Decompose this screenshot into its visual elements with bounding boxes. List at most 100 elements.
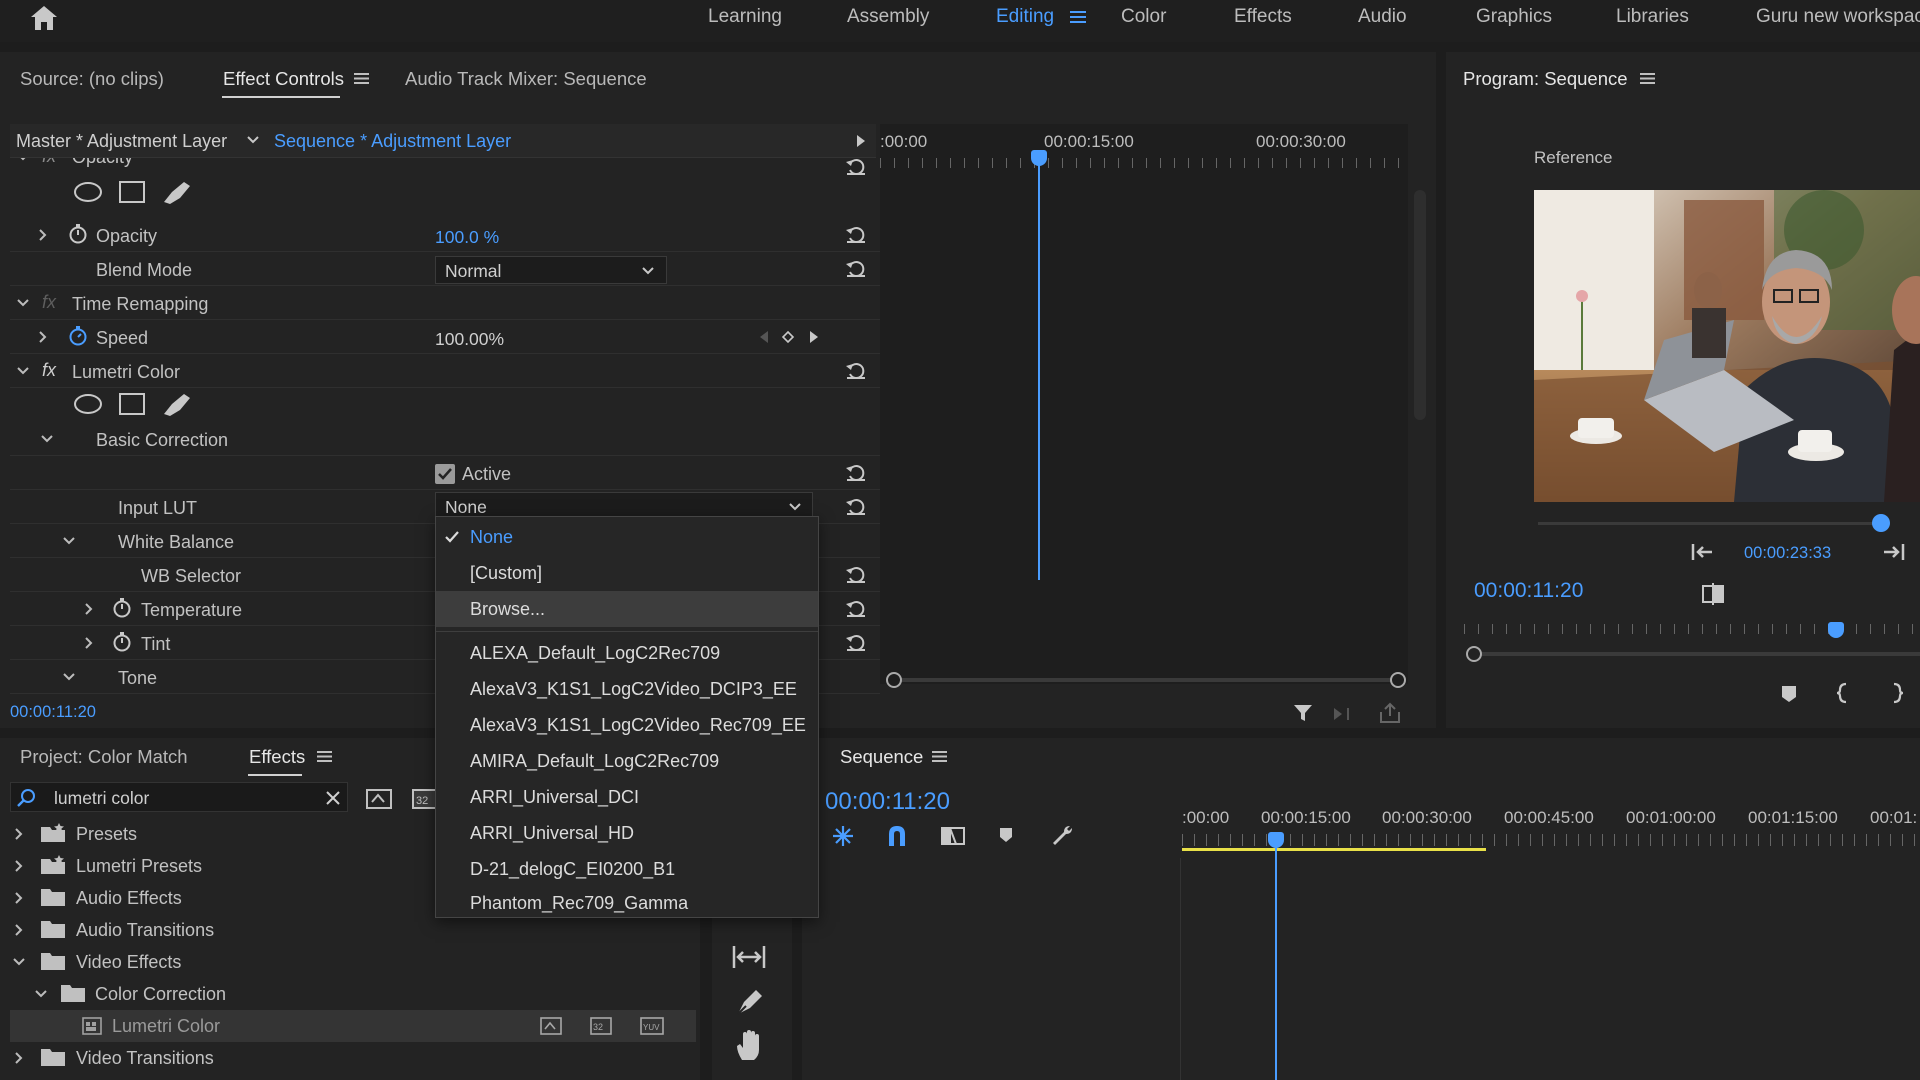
stopwatch-icon[interactable] xyxy=(68,326,88,346)
chevron-right-icon[interactable] xyxy=(38,330,48,344)
slip-tool-icon[interactable] xyxy=(730,942,768,972)
scroll-handle-right[interactable] xyxy=(1390,672,1406,688)
master-clip-label[interactable]: Master * Adjustment Layer xyxy=(16,131,227,152)
go-to-out-icon[interactable] xyxy=(1880,542,1906,562)
chevron-down-icon[interactable] xyxy=(12,957,26,967)
accelerated-effects-icon[interactable] xyxy=(366,788,392,810)
program-playhead[interactable] xyxy=(1828,622,1844,638)
home-icon[interactable] xyxy=(28,4,60,32)
workspace-tab-audio[interactable]: Audio xyxy=(1358,6,1407,28)
chevron-right-icon[interactable] xyxy=(84,602,94,616)
lut-option-phantom[interactable]: Phantom_Rec709_Gamma xyxy=(436,885,818,921)
workspace-menu-icon[interactable] xyxy=(1070,10,1086,24)
lut-option-none[interactable]: None xyxy=(436,519,818,555)
add-marker-icon[interactable] xyxy=(1780,684,1798,704)
tree-item-lumetri-color[interactable]: Lumetri Color 32 YUV xyxy=(10,1010,696,1042)
program-zoom-handle[interactable] xyxy=(1466,646,1482,662)
chevron-right-icon[interactable] xyxy=(38,228,48,242)
opacity-value[interactable]: 100.0 % xyxy=(435,227,499,248)
tree-item-video-effects[interactable]: Video Effects xyxy=(10,946,696,978)
chevron-right-icon[interactable] xyxy=(84,636,94,650)
chevron-down-icon[interactable] xyxy=(16,298,30,308)
program-zoom-ruler[interactable] xyxy=(1464,624,1920,634)
add-marker-icon[interactable] xyxy=(998,826,1014,844)
fx-icon[interactable]: fx xyxy=(42,158,56,167)
timeline-title[interactable]: Sequence xyxy=(840,746,923,768)
chevron-down-icon[interactable] xyxy=(62,536,76,546)
comparison-view-icon[interactable] xyxy=(1700,582,1726,606)
chevron-right-icon[interactable] xyxy=(14,859,24,873)
chevron-right-icon[interactable] xyxy=(14,827,24,841)
program-scrub-track[interactable] xyxy=(1538,522,1890,525)
loop-audio-icon[interactable] xyxy=(1332,704,1356,724)
tree-item-color-correction[interactable]: Color Correction xyxy=(10,978,696,1010)
clear-search-icon[interactable] xyxy=(325,790,341,806)
tab-source[interactable]: Source: (no clips) xyxy=(20,68,164,90)
mark-out-icon[interactable] xyxy=(1890,682,1904,704)
effect-controls-timecode[interactable]: 00:00:11:20 xyxy=(10,703,96,722)
effects-search-input[interactable]: lumetri color xyxy=(54,788,149,809)
tab-effect-controls[interactable]: Effect Controls xyxy=(223,68,344,90)
tab-audio-track-mixer[interactable]: Audio Track Mixer: Sequence xyxy=(405,68,647,90)
workspace-tab-effects[interactable]: Effects xyxy=(1234,6,1292,28)
workspace-tab-libraries[interactable]: Libraries xyxy=(1616,6,1689,28)
active-checkbox[interactable] xyxy=(435,464,455,484)
lut-option-custom[interactable]: [Custom] xyxy=(436,555,818,591)
lut-option-alexav3-rec709[interactable]: AlexaV3_K1S1_LogC2Video_Rec709_EE xyxy=(436,707,818,743)
chevron-right-icon[interactable] xyxy=(14,891,24,905)
timeline-timecode[interactable]: 00:00:11:20 xyxy=(825,788,950,816)
timeline-ruler-ticks[interactable] xyxy=(1182,834,1920,846)
effect-controls-timeline[interactable]: :00:00 00:00:15:00 00:00:30:00 xyxy=(880,124,1426,688)
play-triangle-icon[interactable] xyxy=(856,134,866,148)
vertical-scrollbar[interactable] xyxy=(1414,190,1426,420)
go-to-in-icon[interactable] xyxy=(1690,542,1716,562)
tab-effects[interactable]: Effects xyxy=(249,746,305,768)
chevron-down-icon[interactable] xyxy=(16,158,30,162)
filter-icon[interactable] xyxy=(1292,702,1314,724)
panel-menu-icon[interactable] xyxy=(932,750,947,763)
chevron-down-icon[interactable] xyxy=(16,366,30,376)
export-icon[interactable] xyxy=(1378,702,1402,724)
workspace-tab-graphics[interactable]: Graphics xyxy=(1476,6,1552,28)
chevron-down-icon[interactable] xyxy=(34,989,48,999)
speed-value[interactable]: 100.00% xyxy=(435,329,504,350)
pen-tool-icon[interactable] xyxy=(734,988,764,1018)
lut-option-arri-dci[interactable]: ARRI_Universal_DCI xyxy=(436,779,818,815)
stopwatch-icon[interactable] xyxy=(68,224,88,244)
nest-icon[interactable] xyxy=(830,824,856,848)
program-scrub-handle[interactable] xyxy=(1872,514,1890,532)
tree-item-video-transitions[interactable]: Video Transitions xyxy=(10,1042,696,1074)
opacity-section-row[interactable]: fx Opacity xyxy=(10,158,880,172)
keyframe-nav-icon[interactable] xyxy=(758,329,820,345)
panel-menu-icon[interactable] xyxy=(1640,72,1655,85)
basic-correction-row[interactable]: Basic Correction xyxy=(10,422,880,456)
workspace-tab-color[interactable]: Color xyxy=(1121,6,1166,28)
lut-option-arri-hd[interactable]: ARRI_Universal_HD xyxy=(436,815,818,851)
tab-project[interactable]: Project: Color Match xyxy=(20,746,188,768)
workspace-tab-editing[interactable]: Editing xyxy=(996,6,1054,28)
chevron-right-icon[interactable] xyxy=(14,923,24,937)
chevron-down-icon[interactable] xyxy=(40,434,54,444)
workspace-tab-guru[interactable]: Guru new workspace xyxy=(1756,6,1920,28)
program-zoom-track[interactable] xyxy=(1474,652,1920,656)
lut-option-alexa-default[interactable]: ALEXA_Default_LogC2Rec709 xyxy=(436,635,818,671)
blend-mode-select[interactable]: Normal xyxy=(435,256,667,284)
chevron-down-icon[interactable] xyxy=(246,135,260,145)
chevron-down-icon[interactable] xyxy=(62,672,76,682)
program-duration[interactable]: 00:00:23:33 xyxy=(1744,544,1831,563)
work-area-bar[interactable] xyxy=(1182,848,1486,851)
lumetri-color-row[interactable]: fx Lumetri Color xyxy=(10,354,880,388)
hand-tool-icon[interactable] xyxy=(734,1030,764,1062)
panel-menu-icon[interactable] xyxy=(317,750,332,763)
workspace-tab-learning[interactable]: Learning xyxy=(708,6,782,28)
linked-selection-icon[interactable] xyxy=(940,824,966,848)
workspace-tab-assembly[interactable]: Assembly xyxy=(847,6,929,28)
time-remapping-row[interactable]: fx Time Remapping xyxy=(10,286,880,320)
program-video-frame[interactable] xyxy=(1534,190,1920,502)
program-monitor-title[interactable]: Program: Sequence xyxy=(1463,68,1628,90)
stopwatch-icon[interactable] xyxy=(112,598,132,618)
chevron-right-icon[interactable] xyxy=(14,1051,24,1065)
effects-search-box[interactable]: lumetri color xyxy=(10,782,348,812)
mark-in-icon[interactable] xyxy=(1836,682,1850,704)
snap-magnet-icon[interactable] xyxy=(886,824,908,848)
